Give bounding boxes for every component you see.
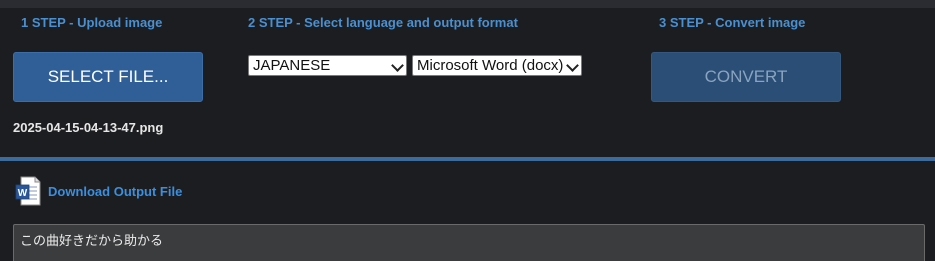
step3-title: 3 STEP - Convert image	[659, 15, 806, 30]
download-output-link[interactable]: Download Output File	[48, 184, 182, 199]
word-document-icon[interactable]: W	[15, 176, 41, 206]
select-file-button[interactable]: SELECT FILE...	[13, 52, 203, 102]
uploaded-file-name: 2025-04-15-04-13-47.png	[13, 120, 164, 135]
svg-text:W: W	[18, 188, 28, 199]
output-format-select-value: Microsoft Word (docx)	[417, 57, 564, 74]
language-select[interactable]: JAPANESE	[248, 55, 407, 76]
convert-button[interactable]: CONVERT	[651, 52, 841, 102]
output-format-select[interactable]: Microsoft Word (docx)	[412, 55, 582, 76]
output-text-area[interactable]: この曲好きだから助かる	[13, 224, 925, 261]
top-bar	[0, 0, 935, 8]
chevron-down-icon	[566, 59, 579, 72]
download-row[interactable]: W Download Output File	[15, 176, 182, 206]
converter-page: 1 STEP - Upload image 2 STEP - Select la…	[0, 0, 935, 261]
section-divider	[0, 157, 935, 161]
language-select-value: JAPANESE	[253, 57, 331, 74]
step2-title: 2 STEP - Select language and output form…	[248, 15, 518, 30]
step1-title: 1 STEP - Upload image	[21, 15, 163, 30]
chevron-down-icon	[391, 59, 404, 72]
